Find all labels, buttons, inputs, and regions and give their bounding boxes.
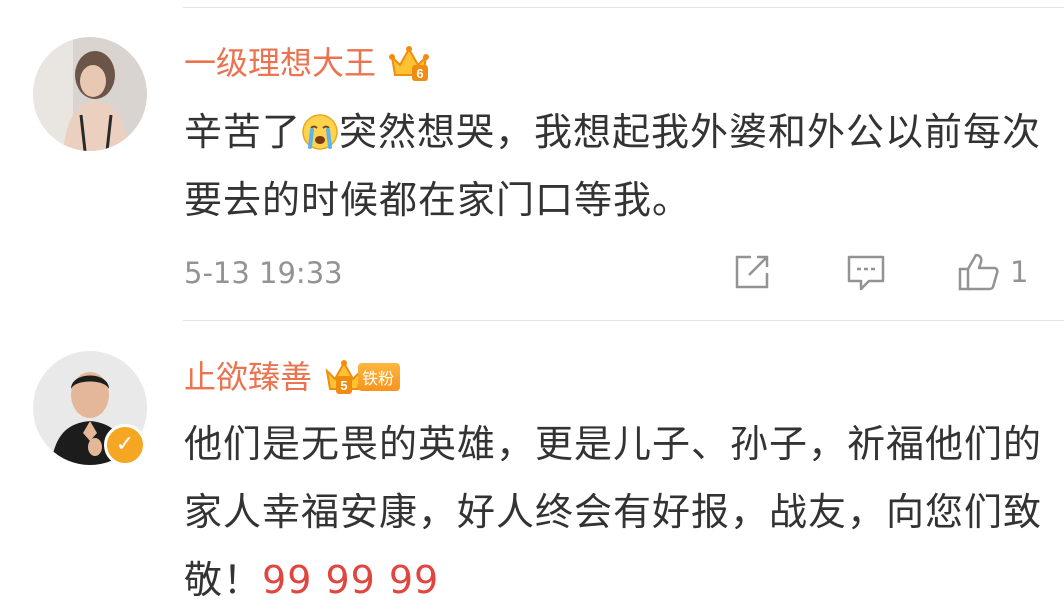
username-row: 止欲臻善 5 铁粉 <box>184 351 401 403</box>
level-number: 6 <box>416 66 423 81</box>
fan-crown-badge[interactable]: 5 铁粉 <box>324 358 401 396</box>
fan-label: 铁粉 <box>358 363 401 391</box>
username[interactable]: 一级理想大王 <box>184 37 376 89</box>
avatar-photo <box>33 37 147 151</box>
like-button[interactable]: 1 <box>956 251 1028 293</box>
verified-v-icon: ✓ <box>115 432 135 457</box>
username[interactable]: 止欲臻善 <box>184 351 312 403</box>
comment-text: 辛苦了 突然想哭，我想起我外婆和外公以前每次要去的时候都在家门口等我。 <box>184 98 1044 234</box>
verified-badge: ✓ <box>104 424 146 466</box>
highlight-text: 99 99 99 <box>262 558 440 602</box>
thumbs-up-icon <box>958 253 999 291</box>
like-count: 1 <box>1010 255 1029 289</box>
avatar[interactable] <box>33 37 147 151</box>
vip-crown-badge[interactable]: 6 <box>388 43 430 83</box>
comment-icon <box>847 255 885 291</box>
crying-emoji-icon <box>302 114 338 150</box>
comment-item: ✓ 止欲臻善 5 铁粉 他们是无畏的英雄，更是儿子、孙子，祈福他们的家人幸福安康… <box>0 320 1064 602</box>
repost-icon <box>735 255 769 289</box>
reply-button[interactable] <box>845 251 887 293</box>
comment-text-part: 辛苦了 <box>184 110 302 154</box>
crown-icon: 6 <box>389 46 430 81</box>
level-number: 5 <box>340 378 347 393</box>
comment-time: 5-13 19:33 <box>184 256 343 290</box>
username-row: 一级理想大王 6 <box>184 37 430 89</box>
comment-item: 一级理想大王 6 辛苦了 突然想哭，我想起我外婆和外公以前每次要去的时候都在家门… <box>0 0 1064 320</box>
repost-button[interactable] <box>731 251 773 293</box>
comment-text: 他们是无畏的英雄，更是儿子、孙子，祈福他们的家人幸福安康，好人终会有好报，战友，… <box>184 410 1044 614</box>
